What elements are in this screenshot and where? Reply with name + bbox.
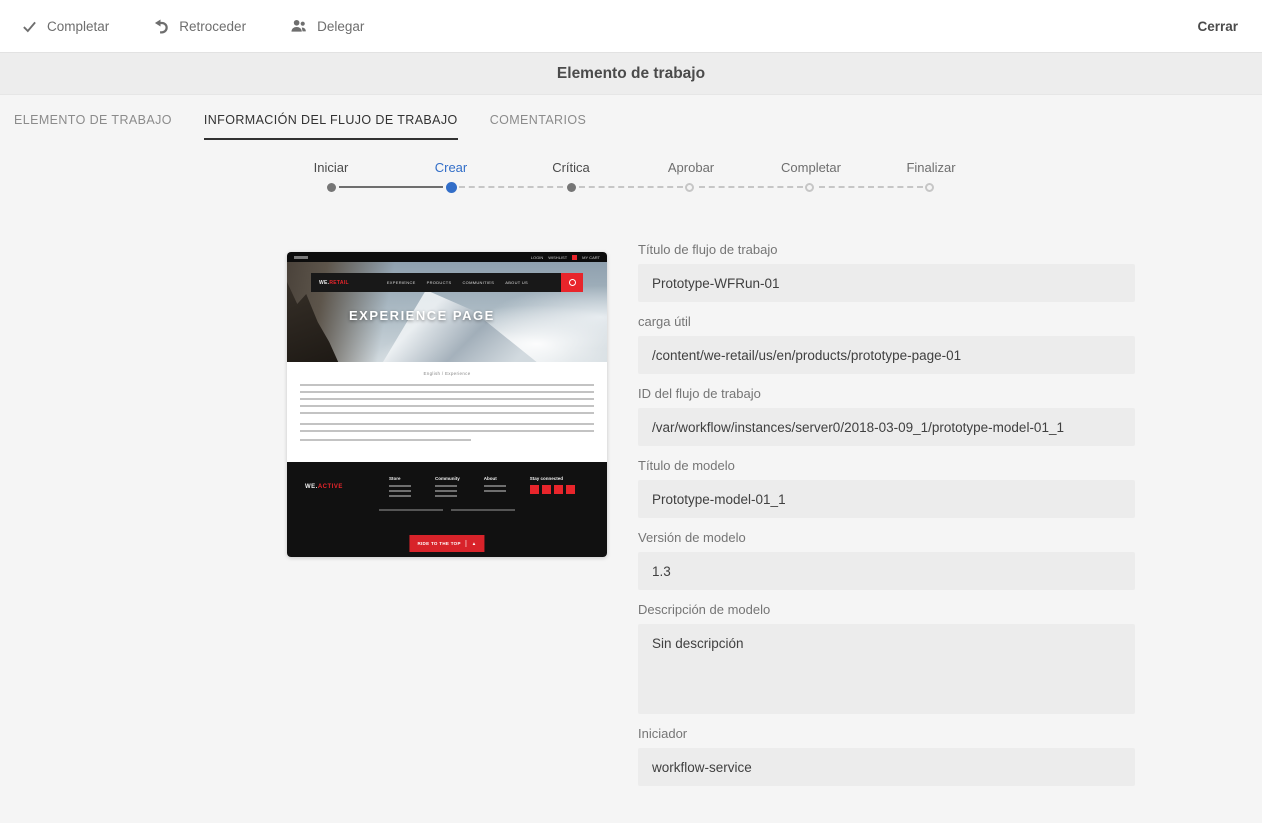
step-dot-iniciar	[326, 183, 336, 192]
panel-header: Elemento de trabajo	[0, 53, 1262, 95]
step-dot-completar	[804, 183, 814, 192]
step-label-aprobar: Aprobar	[667, 160, 715, 175]
thumb-paragraph-line-short	[300, 439, 471, 441]
undo-arrow-icon	[153, 18, 169, 34]
tab-workflow-info[interactable]: INFORMACIÓN DEL FLUJO DE TRABAJO	[203, 113, 458, 140]
delegate-label: Delegar	[317, 18, 365, 34]
step-track	[271, 179, 991, 195]
thumb-login-link: LOGIN	[530, 254, 544, 260]
step-label-completar: Completar	[781, 160, 841, 175]
workflow-info-form: Título de flujo de trabajo Prototype-WFR…	[638, 242, 1135, 786]
step-connector-dashed	[579, 186, 683, 188]
payload-page-thumbnail: LOGIN WISHLIST MY CART WE.RETAIL EXPERIE…	[287, 252, 607, 557]
youtube-icon	[565, 485, 575, 494]
thumb-text-placeholder	[300, 384, 594, 441]
thumb-topbar-links: LOGIN WISHLIST MY CART	[530, 254, 600, 260]
close-button[interactable]: Cerrar	[1197, 19, 1238, 34]
field-label-model-description: Descripción de modelo	[638, 602, 771, 617]
delegate-button[interactable]: Delegar	[290, 19, 364, 34]
step-dot-crear	[445, 182, 457, 193]
thumb-topbar-logo-placeholder	[294, 255, 308, 259]
step-label-finalizar: Finalizar	[906, 160, 956, 175]
field-label-initiator: Iniciador	[638, 726, 688, 741]
thumb-wishlist-link: WISHLIST	[548, 254, 568, 260]
field-value-initiator: workflow-service	[638, 748, 1135, 786]
thumb-menu-item: ABOUT US	[505, 280, 529, 285]
field-value-model-version: 1.3	[638, 552, 1135, 590]
step-connector-solid	[339, 186, 443, 188]
step-dot-critica	[566, 183, 576, 192]
workflow-step-progress: Iniciar Crear Crítica Aprobar Completar …	[271, 160, 991, 195]
step-back-button[interactable]: Retroceder	[153, 19, 246, 34]
thumb-back-to-top-button: RIDE TO THE TOP ▲	[409, 535, 485, 552]
check-icon	[22, 19, 37, 34]
complete-button[interactable]: Completar	[22, 19, 109, 34]
step-label-iniciar: Iniciar	[313, 160, 349, 175]
step-labels: Iniciar Crear Crítica Aprobar Completar …	[271, 160, 991, 175]
step-label-crear: Crear	[434, 160, 468, 175]
thumb-menu-item: COMMUNITIES	[462, 280, 495, 285]
step-label-critica: Crítica	[552, 160, 590, 175]
thumb-breadcrumb: English / Experience	[423, 371, 471, 376]
twitter-icon	[541, 485, 551, 494]
facebook-icon	[529, 485, 539, 494]
field-label-model-version: Versión de modelo	[638, 530, 746, 545]
thumb-footer-col-about: About	[483, 476, 506, 500]
complete-label: Completar	[47, 18, 110, 34]
thumb-footer-columns: Store Community About Stay connected	[389, 476, 591, 500]
instagram-icon	[553, 485, 563, 494]
field-label-workflow-title: Título de flujo de trabajo	[638, 242, 778, 257]
field-label-model-title: Título de modelo	[638, 458, 735, 473]
step-connector-dashed	[819, 186, 923, 188]
thumb-logo: WE.RETAIL	[319, 279, 349, 286]
thumb-menu-item: PRODUCTS	[426, 280, 452, 285]
thumb-cart-link: MY CART	[582, 254, 600, 260]
field-value-model-description: Sin descripción	[638, 624, 1135, 714]
thumb-footer-col-social: Stay connected	[529, 476, 575, 500]
thumb-topbar: LOGIN WISHLIST MY CART	[287, 252, 607, 262]
thumb-paragraph-lines	[300, 423, 594, 436]
tab-work-item[interactable]: ELEMENTO DE TRABAJO	[14, 113, 172, 140]
thumb-copyright-placeholder	[303, 509, 591, 511]
field-value-payload: /content/we-retail/us/en/products/protot…	[638, 336, 1135, 374]
field-label-payload: carga útil	[638, 314, 691, 329]
users-icon	[290, 19, 307, 34]
thumb-menu: EXPERIENCE PRODUCTS COMMUNITIES ABOUT US	[387, 280, 528, 285]
step-connector-dashed	[699, 186, 803, 188]
thumb-footer-logo: WE.ACTIVE	[305, 484, 343, 490]
thumb-menu-item: EXPERIENCE	[386, 280, 416, 285]
field-value-model-title: Prototype-model-01_1	[638, 480, 1135, 518]
thumb-page-body: English / Experience	[287, 362, 607, 462]
thumb-paragraph-lines	[300, 384, 594, 418]
field-value-workflow-title: Prototype-WFRun-01	[638, 264, 1135, 302]
page-title: Elemento de trabajo	[556, 64, 706, 82]
step-connector-dashed	[459, 186, 563, 188]
thumb-wishlist-badge	[572, 254, 578, 260]
thumb-hero-title: EXPERIENCE PAGE	[349, 308, 495, 323]
step-back-label: Retroceder	[179, 18, 247, 34]
main-content: LOGIN WISHLIST MY CART WE.RETAIL EXPERIE…	[0, 195, 1262, 795]
thumb-social-icons	[529, 485, 575, 494]
thumb-hero-image: WE.RETAIL EXPERIENCE PRODUCTS COMMUNITIE…	[287, 262, 607, 362]
thumb-footer: WE.ACTIVE Store Community About Stay con…	[287, 462, 607, 557]
step-dot-finalizar	[924, 183, 934, 192]
field-value-workflow-id: /var/workflow/instances/server0/2018-03-…	[638, 408, 1135, 446]
thumb-navbar: WE.RETAIL EXPERIENCE PRODUCTS COMMUNITIE…	[311, 273, 583, 292]
thumb-footer-col-store: Store	[389, 476, 411, 500]
thumb-search-icon	[561, 273, 583, 292]
toolbar: Completar Retroceder Delegar Cerrar	[0, 0, 1262, 53]
thumb-footer-col-community: Community	[435, 476, 460, 500]
tab-comments[interactable]: COMENTARIOS	[490, 113, 587, 140]
field-label-workflow-id: ID del flujo de trabajo	[638, 386, 761, 401]
step-dot-aprobar	[684, 183, 694, 192]
tab-bar: ELEMENTO DE TRABAJO INFORMACIÓN DEL FLUJ…	[0, 95, 1262, 140]
